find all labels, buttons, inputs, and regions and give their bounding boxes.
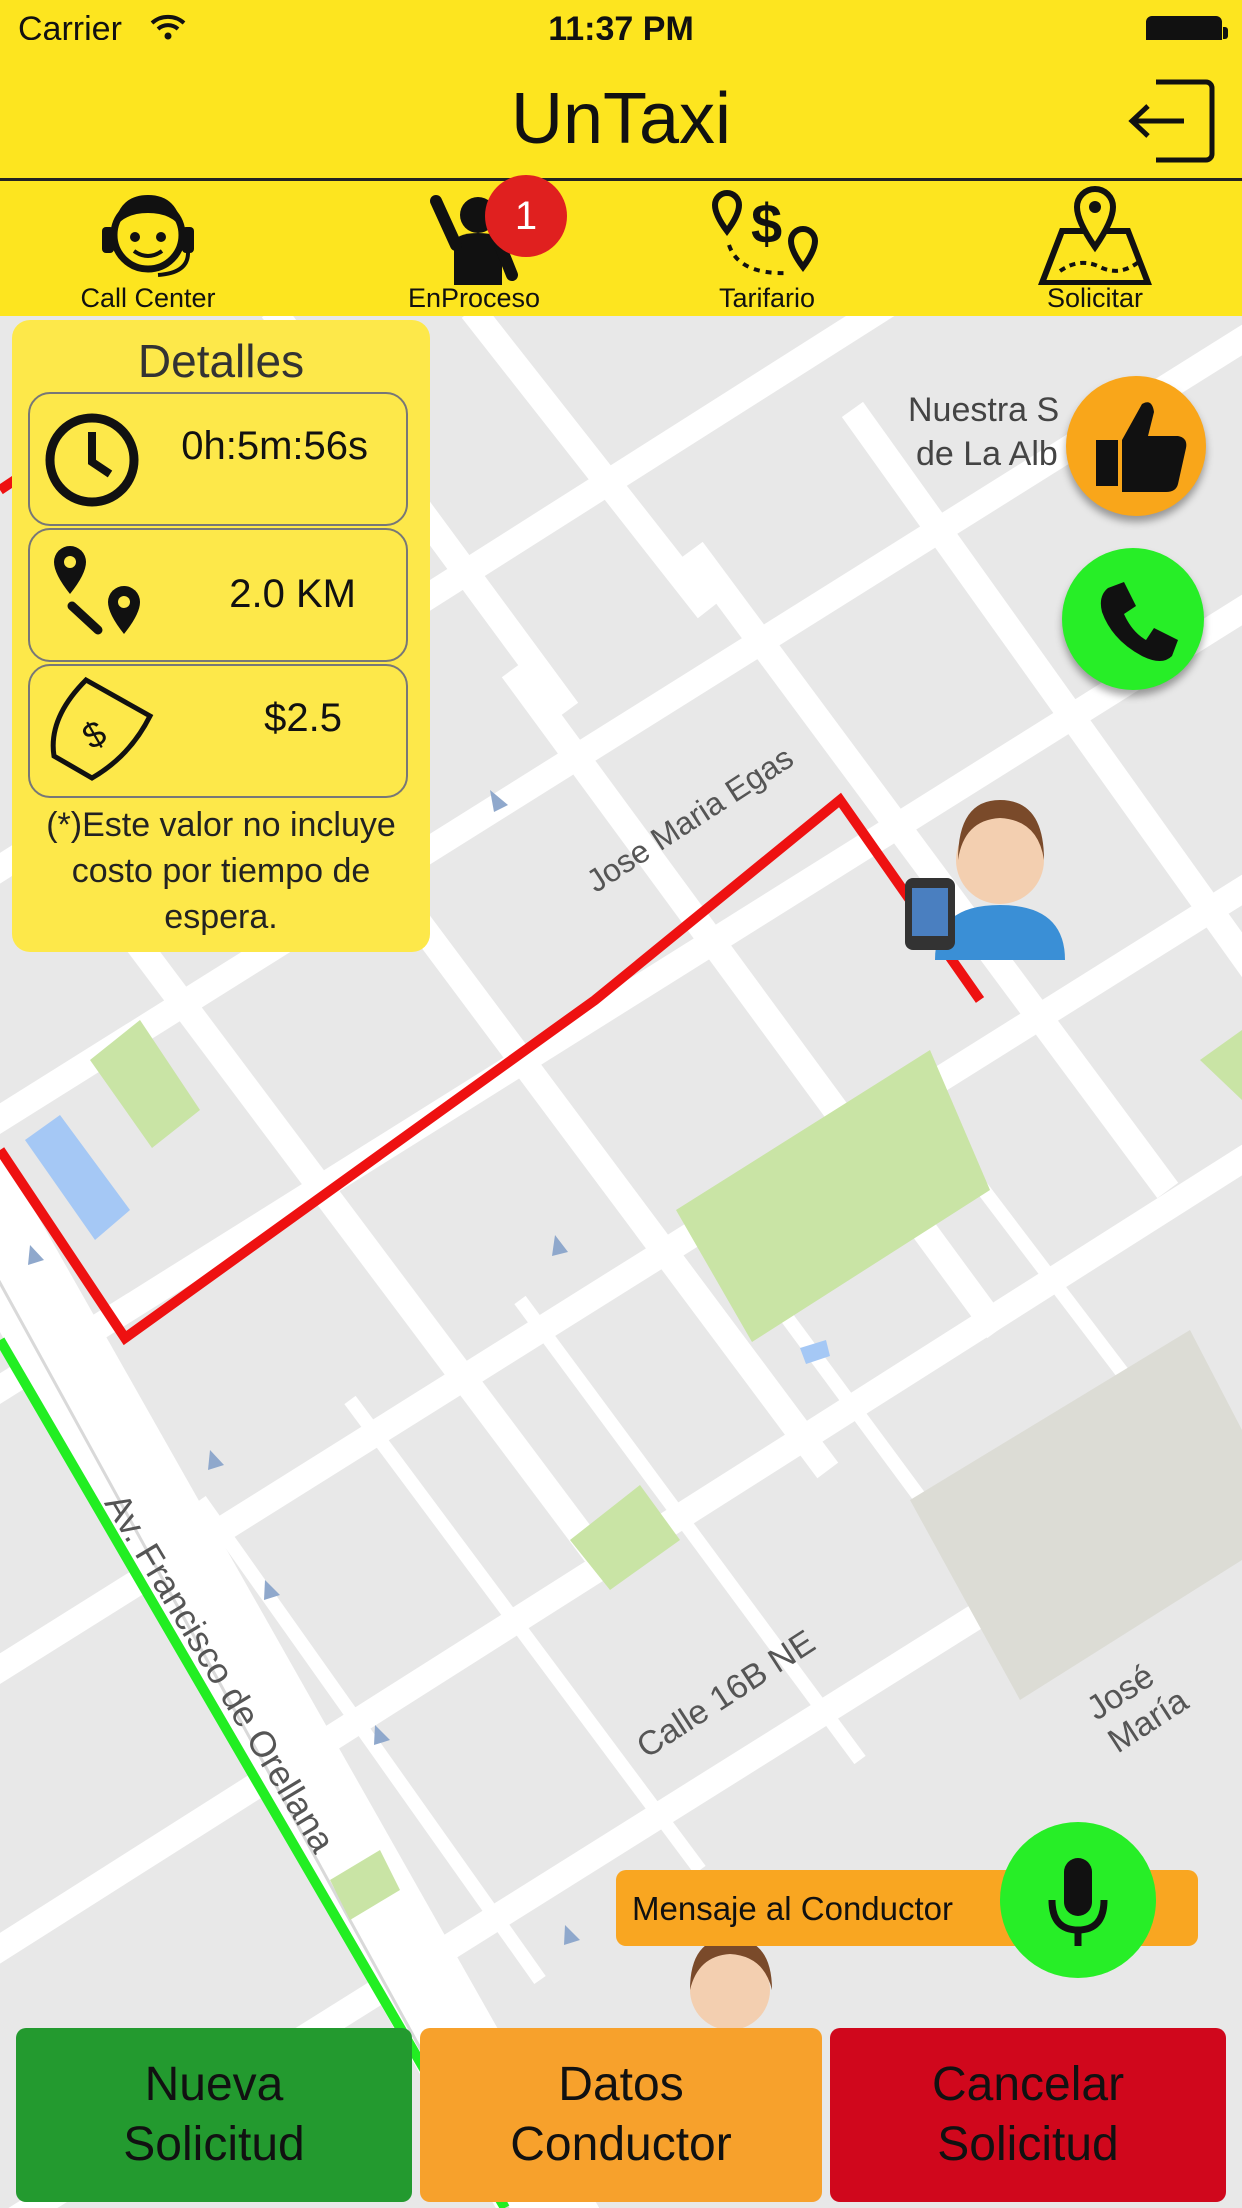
button-line: Solicitud: [937, 2118, 1119, 2171]
tab-solicitar[interactable]: Solicitar: [975, 181, 1215, 316]
tab-label: Tarifario: [718, 283, 816, 313]
details-title: Detalles: [137, 335, 305, 387]
notification-badge: 1: [485, 175, 567, 257]
tab-tarifario[interactable]: $ Tarifario: [647, 181, 887, 316]
tab-label: EnProceso: [407, 283, 541, 313]
phone-icon: [1100, 582, 1178, 661]
price-row: $ $2.5: [28, 664, 408, 798]
distance-row: 2.0 KM: [28, 528, 408, 662]
fare-route-icon: $: [711, 189, 819, 276]
fare-disclaimer: (*)Este valor no incluye costo por tiemp…: [46, 806, 396, 936]
toolbar: Call Center EnProceso $ Tarifario Solici…: [0, 181, 1242, 316]
distance-value: 2.0 KM: [229, 572, 356, 616]
route-distance-icon: [54, 546, 140, 635]
driver-marker-icon: [690, 1938, 772, 2030]
button-line: Nueva: [144, 2058, 284, 2111]
button-line: Datos: [558, 2058, 684, 2111]
money-bill-icon: $: [50, 676, 154, 781]
app-title: UnTaxi: [510, 79, 732, 159]
button-line: Conductor: [510, 2118, 732, 2171]
nav-bar: UnTaxi: [0, 40, 1242, 181]
button-line: Solicitud: [123, 2118, 305, 2171]
new-request-button[interactable]: Nueva Solicitud: [16, 2028, 412, 2202]
rate-thumbs-up-button[interactable]: [1066, 376, 1206, 516]
microphone-icon: [1048, 1858, 1108, 1946]
trip-details-panel: Detalles 0h:5m:56s 2.0 KM $ $2.5 (*)Este…: [12, 320, 430, 952]
logout-icon[interactable]: [1126, 76, 1216, 166]
button-line: Cancelar: [931, 2058, 1125, 2111]
cancel-request-button[interactable]: Cancelar Solicitud: [830, 2028, 1226, 2202]
tab-label: Call Center: [80, 283, 216, 313]
tab-call-center[interactable]: Call Center: [28, 181, 268, 316]
voice-message-button[interactable]: [1000, 1822, 1156, 1978]
driver-data-button[interactable]: Datos Conductor: [420, 2028, 822, 2202]
headset-agent-icon: [102, 195, 194, 277]
price-value: $2.5: [264, 696, 342, 740]
svg-text:$: $: [751, 192, 782, 255]
time-row: 0h:5m:56s: [28, 392, 408, 526]
svg-text:$: $: [75, 712, 113, 758]
clock-icon: [45, 413, 139, 507]
call-driver-button[interactable]: [1062, 548, 1204, 690]
elapsed-time: 0h:5m:56s: [181, 424, 368, 468]
tab-label: Solicitar: [1046, 283, 1144, 313]
map-pin-icon: [1038, 185, 1152, 285]
message-driver-label: Mensaje al Conductor: [632, 1890, 954, 1927]
thumbs-up-icon: [1096, 402, 1187, 492]
poi-label: Nuestra S de La Alb: [908, 391, 1060, 473]
